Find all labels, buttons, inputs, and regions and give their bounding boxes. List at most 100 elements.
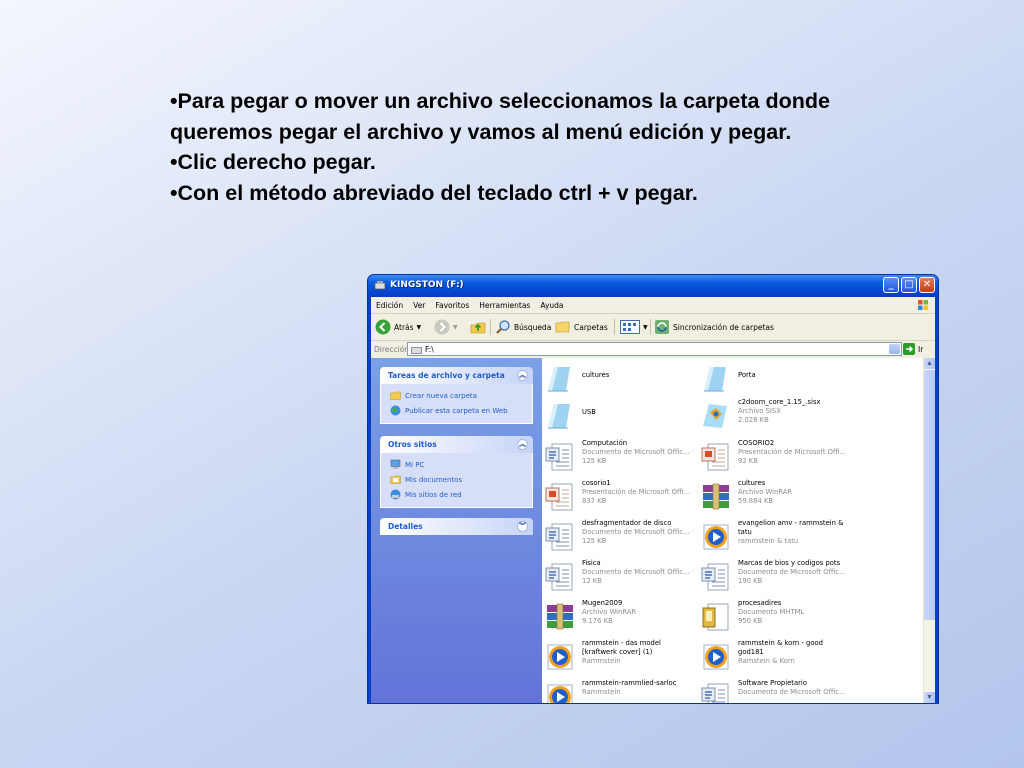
file-item[interactable]: Mugen2009 Archivo WinRAR 9.176 KB	[544, 599, 694, 635]
maximize-button[interactable]: □	[901, 277, 917, 293]
file-item[interactable]: Software Propietario Documento de Microso…	[700, 679, 850, 703]
panel-header[interactable]: Otros sitios ︽	[380, 436, 533, 453]
task-new-folder[interactable]: Crear nueva carpeta	[381, 388, 532, 403]
menu-favoritos[interactable]: Favoritos	[430, 297, 474, 310]
file-name: evangelion amv - rammstein & tatu	[738, 519, 844, 536]
folders-button[interactable]: Carpetas	[555, 318, 608, 336]
file-item[interactable]: Porta	[700, 361, 850, 397]
file-size: 125 KB	[582, 537, 607, 545]
collapse-chevron-icon[interactable]: ︽	[517, 439, 528, 450]
documents-folder-icon	[390, 475, 401, 484]
address-dropdown-icon[interactable]	[889, 344, 900, 354]
explorer-window: KINGSTON (F:) _ □ ✕ Edición Ver Favoritos H…	[367, 274, 939, 704]
media-player-icon	[700, 641, 732, 673]
panel-details: Detalles ︾	[380, 518, 533, 535]
mhtml-icon	[700, 601, 732, 633]
file-item[interactable]: cosorio1 Presentación de Microsoft Offi..…	[544, 479, 694, 515]
scroll-thumb[interactable]	[924, 370, 935, 620]
file-item[interactable]: COSORIO2 Presentación de Microsoft Offi..…	[700, 439, 850, 475]
word-document-icon	[544, 561, 576, 593]
views-dropdown-icon[interactable]: ▼	[643, 324, 648, 331]
file-item[interactable]: rammstein-rammlied-sarloc Rammstein	[544, 679, 694, 703]
file-item[interactable]: rammstein - das model [kraftwerk cover] …	[544, 639, 694, 675]
scroll-down-icon[interactable]: ▼	[924, 692, 935, 703]
panel-header[interactable]: Detalles ︾	[380, 518, 533, 535]
file-name: rammstein - das model [kraftwerk cover] …	[582, 639, 661, 656]
file-name: cultures	[582, 371, 610, 379]
back-button[interactable]: Atrás ▼	[375, 318, 421, 336]
forward-dropdown-icon[interactable]: ▼	[453, 324, 458, 331]
title-bar[interactable]: KINGSTON (F:) _ □ ✕	[368, 275, 938, 297]
file-type: Documento de Microsoft Offic...	[582, 528, 690, 536]
go-label: Ir	[918, 344, 924, 354]
file-item[interactable]: c2doom_core_1.15_.sisx Archivo SISX 2.028 …	[700, 398, 850, 434]
file-size: 12 KB	[582, 577, 602, 585]
drive-icon	[411, 347, 422, 354]
up-folder-icon	[470, 322, 486, 334]
slide-text: •Para pegar o mover un archivo seleccion…	[170, 86, 830, 208]
place-my-network[interactable]: Mis sitios de red	[381, 487, 532, 502]
windows-logo-icon	[918, 300, 928, 310]
powerpoint-icon	[700, 441, 732, 473]
search-button[interactable]: Búsqueda	[495, 318, 551, 336]
powerpoint-icon	[544, 481, 576, 513]
file-size: 125 KB	[582, 457, 607, 465]
scroll-up-icon[interactable]: ▲	[924, 358, 935, 369]
menu-ver[interactable]: Ver	[408, 297, 430, 310]
media-player-icon	[544, 641, 576, 673]
file-item[interactable]: evangelion amv - rammstein & tatu rammste…	[700, 519, 850, 555]
back-arrow-icon	[375, 319, 391, 335]
word-document-icon	[700, 681, 732, 703]
file-item[interactable]: Marcas de bios y codigos pots Documento d…	[700, 559, 850, 595]
collapse-chevron-icon[interactable]: ︽	[517, 370, 528, 381]
word-document-icon	[544, 441, 576, 473]
file-item[interactable]: Fisica Documento de Microsoft Offic... 12 …	[544, 559, 694, 595]
panel-other-places: Otros sitios ︽ Mi PC Mis documentos Mis s…	[380, 436, 533, 508]
window-title: KINGSTON (F:)	[390, 280, 464, 290]
task-publish-web[interactable]: Publicar esta carpeta en Web	[381, 403, 532, 418]
menu-ayuda[interactable]: Ayuda	[535, 297, 568, 310]
vertical-scrollbar[interactable]: ▲ ▼	[923, 358, 935, 703]
file-type: Documento de Microsoft Offic...	[738, 568, 846, 576]
file-item[interactable]: desfragmentador de disco Documento de Mic…	[544, 519, 694, 555]
up-folder-button[interactable]	[470, 318, 486, 336]
folder-icon	[544, 363, 576, 395]
file-name: COSORIO2	[738, 439, 775, 447]
search-icon	[496, 320, 510, 334]
sync-label: Sincronización de carpetas	[673, 322, 774, 332]
views-button[interactable]: ▼	[620, 318, 648, 336]
file-name: Marcas de bios y codigos pots	[738, 559, 841, 567]
menu-edicion[interactable]: Edición	[371, 297, 408, 310]
file-list: cultures Porta USB c2doom_core_1.15_.sisx Ar…	[542, 358, 924, 703]
file-item[interactable]: cultures Archivo WinRAR 59.884 KB	[700, 479, 850, 515]
file-type: rammstein & tatu	[738, 537, 799, 545]
address-input[interactable]: F:\	[407, 342, 902, 356]
expand-chevron-icon[interactable]: ︾	[517, 521, 528, 532]
file-item[interactable]: USB	[544, 398, 694, 434]
close-button[interactable]: ✕	[919, 277, 935, 293]
folders-icon	[555, 321, 570, 333]
sync-icon	[655, 320, 669, 334]
search-label: Búsqueda	[514, 322, 552, 332]
folder-icon	[544, 400, 576, 432]
minimize-button[interactable]: _	[883, 277, 899, 293]
file-name: c2doom_core_1.15_.sisx	[738, 398, 821, 406]
panel-file-tasks: Tareas de archivo y carpeta ︽ Crear nueva…	[380, 367, 533, 424]
file-size: 59.884 KB	[738, 497, 774, 505]
file-item[interactable]: procesadires Documento MHTML 950 KB	[700, 599, 850, 635]
place-my-documents[interactable]: Mis documentos	[381, 472, 532, 487]
go-button[interactable]: Ir	[903, 343, 923, 355]
back-dropdown-icon[interactable]: ▼	[417, 324, 422, 331]
sync-folders-button[interactable]: Sincronización de carpetas	[654, 318, 774, 336]
slide-line-3: •Con el método abreviado del teclado ctr…	[170, 180, 698, 205]
file-item[interactable]: cultures	[544, 361, 694, 397]
panel-header[interactable]: Tareas de archivo y carpeta ︽	[380, 367, 533, 384]
file-type: Documento de Microsoft Offic...	[582, 448, 690, 456]
file-item[interactable]: Computación Documento de Microsoft Offic.…	[544, 439, 694, 475]
file-type: Ramstein & Korn	[738, 657, 795, 665]
place-my-pc[interactable]: Mi PC	[381, 457, 532, 472]
menu-herramientas[interactable]: Herramientas	[474, 297, 535, 310]
file-size: 92 KB	[738, 457, 758, 465]
forward-button[interactable]: ▼	[434, 318, 458, 336]
file-item[interactable]: rammstein & korn - good god181 Ramstein &…	[700, 639, 850, 675]
